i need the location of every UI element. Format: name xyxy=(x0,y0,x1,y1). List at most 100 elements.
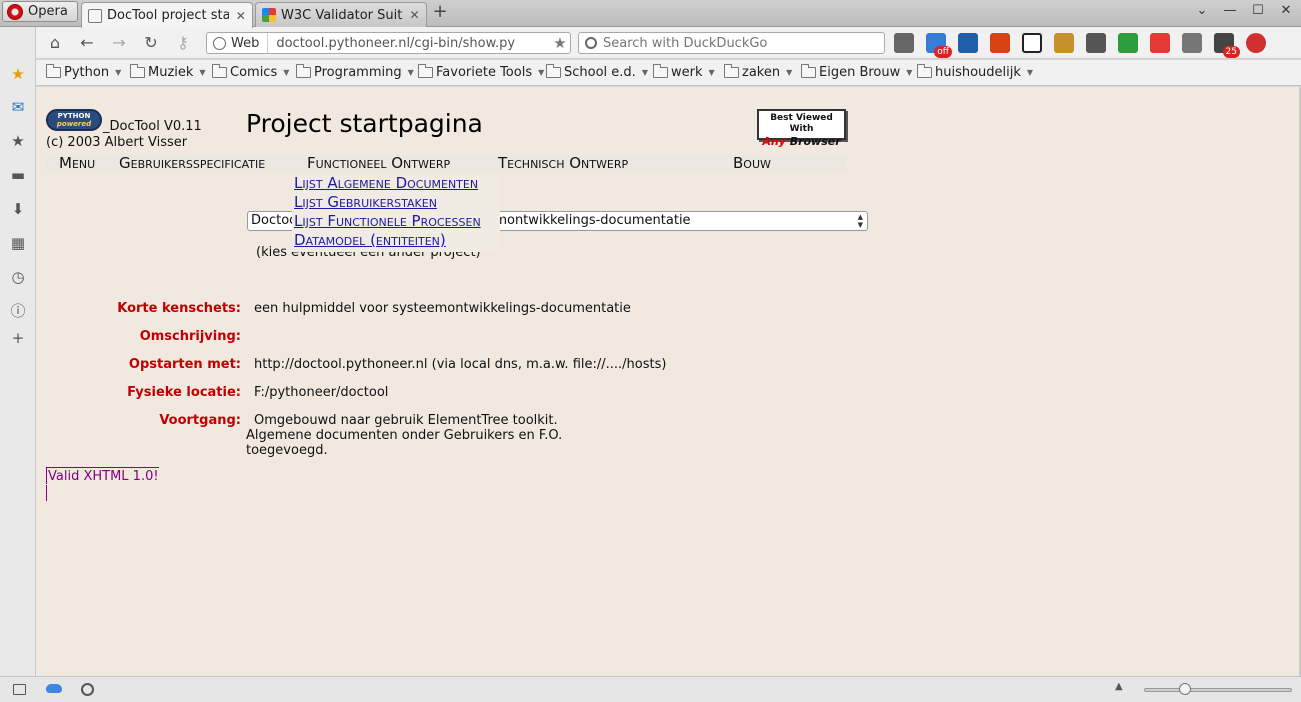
tab-w3c-validator[interactable]: W3C Validator Suite ✕ xyxy=(255,2,427,27)
wand-key-icon[interactable] xyxy=(894,33,914,53)
folder-icon xyxy=(801,64,816,78)
bookmark-folder-school-e-d[interactable]: School e.d. ▼ xyxy=(546,64,648,80)
badge-browser: Browser xyxy=(789,135,841,148)
site-info-label: Web xyxy=(231,35,260,51)
bookmark-label: Muziek xyxy=(148,65,194,80)
reload-icon[interactable]: ↻ xyxy=(140,32,162,54)
paint-bucket-icon[interactable] xyxy=(990,33,1010,53)
address-field[interactable]: Web doctool.pythoneer.nl/cgi-bin/show.py… xyxy=(206,32,571,54)
badge-any: Any xyxy=(762,135,786,148)
nav-menu[interactable]: Menu xyxy=(59,154,95,172)
bookmark-folder-muziek[interactable]: Muziek ▼ xyxy=(130,64,206,80)
bookmark-folder-werk[interactable]: werk ▼ xyxy=(653,64,715,80)
folder-icon xyxy=(724,64,739,78)
folder-icon xyxy=(546,64,561,78)
close-window-icon[interactable]: ✕ xyxy=(1279,3,1293,18)
history-icon[interactable]: ◷ xyxy=(9,268,27,286)
tab-strip: Opera DocTool project start ✕ W3C Valida… xyxy=(0,0,1301,28)
chevron-down-icon: ▼ xyxy=(407,68,414,77)
add-panel-icon[interactable]: + xyxy=(9,329,27,347)
tab-close-icon[interactable]: ✕ xyxy=(407,8,422,22)
nav-gebruikersspecificatie[interactable]: Gebruikersspecificatie xyxy=(119,154,265,172)
submenu-lijst-algemene-documenten[interactable]: Lijst Algemene Documenten xyxy=(292,174,500,193)
green-arrow-icon[interactable] xyxy=(1118,33,1138,53)
bookmark-folder-comics[interactable]: Comics ▼ xyxy=(212,64,289,80)
bookmark-label: huishoudelijk xyxy=(935,65,1021,80)
minimize-icon[interactable]: — xyxy=(1223,3,1237,18)
status-bar: ▲ xyxy=(0,676,1301,702)
bookmark-folder-zaken[interactable]: zaken ▼ xyxy=(724,64,793,80)
adblock-plus-icon[interactable] xyxy=(1246,33,1266,53)
search-input[interactable] xyxy=(603,35,863,51)
notes-icon[interactable]: ▬ xyxy=(9,166,27,184)
nav-functioneel-ontwerp[interactable]: Functioneel Ontwerp xyxy=(307,154,450,172)
python-powered-logo[interactable]: PYTHON powered xyxy=(46,109,102,131)
w3c-favicon-icon xyxy=(262,8,276,22)
tab-doctool[interactable]: DocTool project start ✕ xyxy=(81,2,253,28)
back-icon[interactable]: ← xyxy=(76,32,98,54)
site-info-badge[interactable]: Web xyxy=(207,33,269,53)
label-omschrijving: Omschrijving: xyxy=(139,329,241,344)
globe-icon xyxy=(213,36,226,50)
screen-badge-icon[interactable]: 25 xyxy=(1214,33,1240,58)
tab-menu-icon[interactable]: ⌄ xyxy=(1195,3,1209,18)
submenu-datamodel[interactable]: Datamodel (entiteiten) xyxy=(292,231,500,250)
letter-a-icon[interactable] xyxy=(1022,33,1042,53)
bookmark-folder-huishoudelijk[interactable]: huishoudelijk ▼ xyxy=(917,64,1034,80)
search-box[interactable] xyxy=(578,32,885,54)
chevron-down-icon: ▼ xyxy=(906,68,913,77)
chevron-down-icon: ▼ xyxy=(115,68,122,77)
bookmark-folder-favoriete-tools[interactable]: Favoriete Tools ▼ xyxy=(418,64,544,80)
mail-icon[interactable]: ✉ xyxy=(9,98,27,116)
bookmark-star-icon[interactable]: ★ xyxy=(550,34,570,52)
maximize-icon[interactable]: ☐ xyxy=(1251,3,1265,18)
zoom-up-icon[interactable]: ▲ xyxy=(1115,681,1123,692)
sync-cloud-icon[interactable] xyxy=(46,684,62,693)
panels-icon[interactable]: ▦ xyxy=(9,234,27,252)
tab-close-icon[interactable]: ✕ xyxy=(234,9,249,23)
bookmark-folder-programming[interactable]: Programming ▼ xyxy=(296,64,414,80)
zoom-slider-handle[interactable] xyxy=(1179,683,1192,695)
nav-technisch-ontwerp[interactable]: Technisch Ontwerp xyxy=(498,154,628,172)
bookmark-label: werk xyxy=(671,65,703,80)
bookmarks-bar: Python ▼ Muziek ▼ Comics ▼ Programming ▼ Favorie… xyxy=(36,60,1301,86)
clipboard-icon[interactable] xyxy=(1182,33,1202,53)
opera-menu-button[interactable]: Opera xyxy=(2,1,78,22)
bookmark-label: Comics xyxy=(230,65,278,80)
folder-icon xyxy=(917,64,932,78)
forward-icon[interactable]: → xyxy=(108,32,130,54)
key-icon[interactable]: ⚷ xyxy=(172,32,194,54)
main-nav: Menu Gebruikersspecificatie Functioneel … xyxy=(46,154,846,172)
opera-menu-label: Opera xyxy=(28,4,68,19)
bookmark-folder-python[interactable]: Python ▼ xyxy=(46,64,122,80)
nav-bouw[interactable]: Bouw xyxy=(733,154,771,172)
folder-icon xyxy=(296,64,311,78)
speed-dial-star-icon[interactable]: ★ xyxy=(9,65,27,83)
home-icon[interactable]: ⌂ xyxy=(44,32,66,54)
shield-o-icon[interactable] xyxy=(958,33,978,53)
palette-icon[interactable] xyxy=(1054,33,1074,53)
label-voortgang: Voortgang: xyxy=(159,413,241,428)
zoom-slider[interactable] xyxy=(1144,688,1292,692)
submenu-lijst-functionele-processen[interactable]: Lijst Functionele Processen xyxy=(292,212,500,231)
color-bars-icon[interactable] xyxy=(1150,33,1170,53)
page-viewport: PYTHON powered _DocTool V0.11 (c) 2003 A… xyxy=(36,87,1299,676)
submenu-lijst-gebruikerstaken[interactable]: Lijst Gebruikerstaken xyxy=(292,193,500,212)
chevron-down-icon: ▼ xyxy=(786,68,793,77)
info-icon[interactable]: ⓘ xyxy=(9,302,27,320)
speedometer-icon[interactable] xyxy=(81,683,94,696)
value-voortgang: Omgebouwd naar gebruik ElementTree toolk… xyxy=(246,413,563,458)
new-tab-button[interactable]: + xyxy=(430,3,450,22)
url-text[interactable]: doctool.pythoneer.nl/cgi-bin/show.py xyxy=(268,36,550,51)
toolbox-icon[interactable] xyxy=(1086,33,1106,53)
bookmark-folder-eigen-brouw[interactable]: Eigen Brouw ▼ xyxy=(801,64,913,80)
best-viewed-badge[interactable]: Best Viewed With Any Browser xyxy=(757,109,846,148)
panel-toggle-icon[interactable] xyxy=(13,684,26,695)
bookmark-label: Favoriete Tools xyxy=(436,65,533,80)
bookmarks-star-icon[interactable]: ★ xyxy=(9,132,27,150)
valid-xhtml-link[interactable]: Valid XHTML 1.0! xyxy=(46,467,159,501)
label-korte-kenschets: Korte kenschets: xyxy=(117,301,241,316)
chevron-down-icon: ▼ xyxy=(1026,68,1034,77)
downloads-icon[interactable]: ⬇ xyxy=(9,200,27,218)
tracker-off-icon[interactable]: off xyxy=(926,33,952,58)
